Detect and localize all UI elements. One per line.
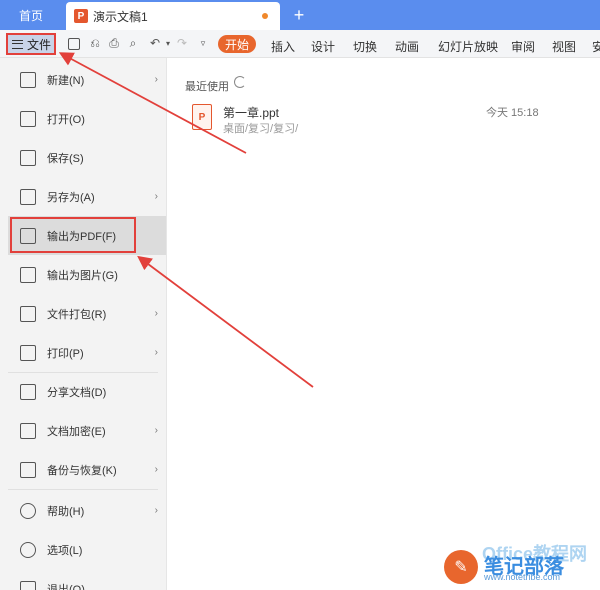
tab-transition[interactable]: 切换: [353, 38, 377, 55]
options-gear-icon: [20, 541, 36, 558]
customize-dropdown-icon[interactable]: ▿: [196, 36, 210, 50]
help-icon: [20, 502, 36, 519]
tab-animation[interactable]: 动画: [395, 38, 419, 55]
wps-presentation-window: 首页 P 演示文稿1 + 文件 ⎌ ⎙ ⌕ ↶ ▾ ↷ ▿ 开始 插入 设计 切…: [0, 0, 600, 590]
menu-item-label: 打开(O): [47, 113, 85, 126]
file-menu-button[interactable]: 文件: [6, 33, 56, 55]
exit-icon: [20, 580, 36, 590]
print-icon: [20, 344, 36, 361]
menu-item-share[interactable]: 分享文档(D): [8, 372, 166, 411]
menu-item-label: 文件打包(R): [47, 308, 107, 321]
menu-item-exit[interactable]: 退出(Q): [8, 569, 166, 590]
share-icon: [20, 383, 36, 400]
pdf-highlight-box: [10, 217, 136, 253]
ppt-icon: P: [74, 9, 88, 23]
chevron-right-icon: ›: [154, 425, 158, 436]
toolbar: 文件 ⎌ ⎙ ⌕ ↶ ▾ ↷ ▿ 开始 插入 设计 切换 动画 幻灯片放映 审阅…: [0, 30, 600, 58]
menu-item-label: 选项(L): [47, 544, 83, 557]
menu-item-help[interactable]: 帮助(H) ›: [8, 491, 166, 530]
recent-file-item[interactable]: P 第一章.ppt 桌面/复习/复习/ 今天 15:18: [190, 102, 550, 136]
tab-insert[interactable]: 插入: [271, 38, 295, 55]
format-painter-icon[interactable]: ⎌: [88, 36, 102, 50]
recent-title: 最近使用: [185, 81, 229, 93]
hamburger-icon: [12, 39, 23, 49]
undo-dropdown-icon[interactable]: ▾: [161, 36, 175, 50]
menu-item-label: 打印(P): [47, 347, 84, 360]
watermark: Office教程网 ✎ 笔记部落 www.notetribe.com: [436, 540, 600, 590]
tab-review[interactable]: 审阅: [511, 38, 535, 55]
menu-item-label: 输出为图片(G): [47, 269, 118, 282]
chevron-right-icon: ›: [154, 464, 158, 475]
tab-view[interactable]: 视图: [552, 38, 576, 55]
menu-item-encrypt[interactable]: 文档加密(E) ›: [8, 411, 166, 450]
image-export-icon: [20, 266, 36, 283]
encrypt-icon: [20, 422, 36, 439]
ppt-file-icon: P: [192, 104, 212, 130]
menu-item-label: 分享文档(D): [47, 386, 107, 399]
menu-item-label: 保存(S): [47, 152, 84, 165]
watermark-en-text: www.notetribe.com: [484, 572, 561, 582]
file-menu-label: 文件: [27, 37, 52, 52]
menu-item-print[interactable]: 打印(P) ›: [8, 333, 166, 372]
tab-bar: 首页 P 演示文稿1 +: [0, 0, 600, 30]
new-file-icon: [20, 71, 36, 88]
undo-icon[interactable]: ↶: [148, 36, 162, 50]
menu-item-options[interactable]: 选项(L): [8, 530, 166, 569]
menu-divider: [8, 489, 158, 490]
print-icon[interactable]: ⎙: [107, 36, 121, 50]
package-icon: [20, 305, 36, 322]
menu-item-label: 新建(N): [47, 74, 85, 87]
tab-document-label: 演示文稿1: [93, 9, 148, 24]
tab-slideshow[interactable]: 幻灯片放映: [438, 38, 498, 55]
print-preview-icon[interactable]: ⌕: [126, 36, 140, 50]
menu-item-label: 文档加密(E): [47, 425, 106, 438]
chevron-right-icon: ›: [154, 74, 158, 85]
menu-item-backup[interactable]: 备份与恢复(K) ›: [8, 450, 166, 489]
chevron-right-icon: ›: [154, 347, 158, 358]
add-tab-button[interactable]: +: [288, 2, 310, 28]
recent-file-name: 第一章.ppt: [223, 106, 280, 120]
tab-security[interactable]: 安: [592, 38, 600, 55]
menu-item-new[interactable]: 新建(N) ›: [8, 60, 166, 99]
save-icon[interactable]: [68, 38, 80, 50]
save-as-icon: [20, 188, 36, 205]
redo-icon[interactable]: ↷: [175, 36, 189, 50]
menu-item-open[interactable]: 打开(O): [8, 99, 166, 138]
backup-icon: [20, 461, 36, 478]
menu-item-label: 退出(Q): [47, 583, 85, 590]
menu-item-save-as[interactable]: 另存为(A) ›: [8, 177, 166, 216]
menu-item-label: 另存为(A): [47, 191, 95, 204]
refresh-icon[interactable]: [234, 76, 246, 88]
chevron-right-icon: ›: [154, 308, 158, 319]
recent-file-time: 今天 15:18: [486, 107, 539, 119]
chevron-right-icon: ›: [154, 191, 158, 202]
menu-item-export-image[interactable]: 输出为图片(G): [8, 255, 166, 294]
file-menu-panel: 新建(N) › 打开(O) 保存(S) 另存为(A) › 输出为PDF(F) 输…: [0, 58, 167, 590]
unsaved-dot-icon: [262, 13, 268, 19]
menu-item-package[interactable]: 文件打包(R) ›: [8, 294, 166, 333]
folder-open-icon: [20, 110, 36, 127]
menu-item-label: 帮助(H): [47, 505, 85, 518]
tab-home[interactable]: 首页: [0, 0, 62, 30]
tab-design[interactable]: 设计: [311, 38, 335, 55]
menu-item-save[interactable]: 保存(S): [8, 138, 166, 177]
chevron-right-icon: ›: [154, 505, 158, 516]
pen-logo-icon: ✎: [444, 550, 478, 584]
save-icon: [20, 149, 36, 166]
tab-document[interactable]: P 演示文稿1: [66, 2, 280, 30]
menu-item-label: 备份与恢复(K): [47, 464, 117, 477]
recent-file-path: 桌面/复习/复习/: [223, 123, 299, 135]
tab-start[interactable]: 开始: [218, 35, 256, 53]
